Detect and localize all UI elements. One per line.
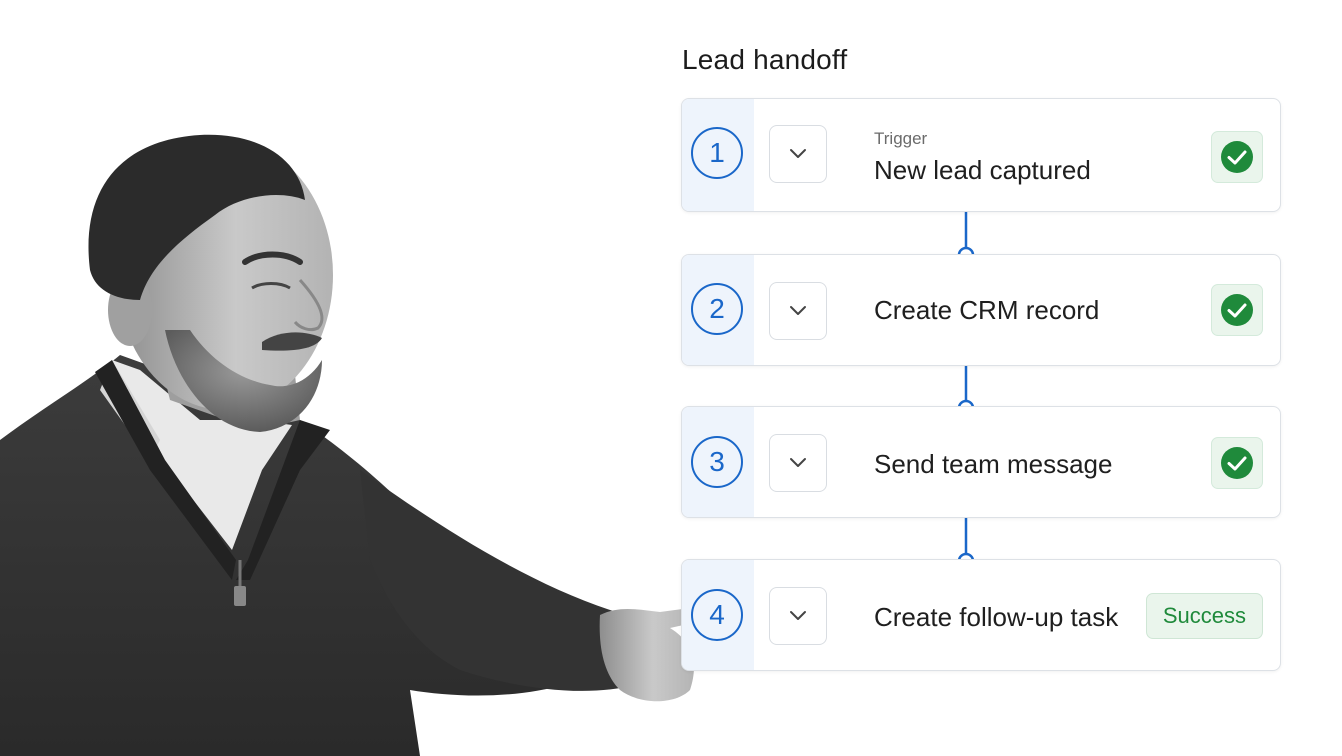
check-circle-icon [1221,294,1253,326]
workflow-step-4[interactable]: 4 Create follow-up task Success [681,559,1281,671]
check-circle-icon [1221,141,1253,173]
step-title: Send team message [874,449,1113,479]
success-status-badge: Success [1145,593,1263,639]
step-type-label: Trigger [874,129,928,148]
workflow-step-2[interactable]: 2 Create CRM record [681,254,1281,366]
step-number-badge: 3 [691,436,743,488]
step-number-badge: 4 [691,589,743,641]
expand-step-button[interactable] [769,434,827,492]
step-status [1211,131,1263,183]
check-circle-icon [1221,447,1253,479]
step-title: Create follow-up task [874,602,1119,632]
workflow-step-1[interactable]: 1 Trigger New lead captured [681,98,1281,212]
chevron-down-icon [790,306,806,315]
expand-step-button[interactable] [769,125,827,183]
person-photo [0,134,697,756]
chevron-down-icon [790,458,806,467]
chevron-down-icon [790,611,806,620]
step-title: Create CRM record [874,295,1100,325]
expand-step-button[interactable] [769,282,827,340]
expand-step-button[interactable] [769,587,827,645]
step-status [1211,284,1263,336]
step-number-badge: 1 [691,127,743,179]
chevron-down-icon [790,149,806,158]
step-title: New lead captured [874,155,1091,185]
workflow-title: Lead handoff [682,44,848,75]
workflow-step-3[interactable]: 3 Send team message [681,406,1281,518]
step-number-badge: 2 [691,283,743,335]
step-status [1211,437,1263,489]
